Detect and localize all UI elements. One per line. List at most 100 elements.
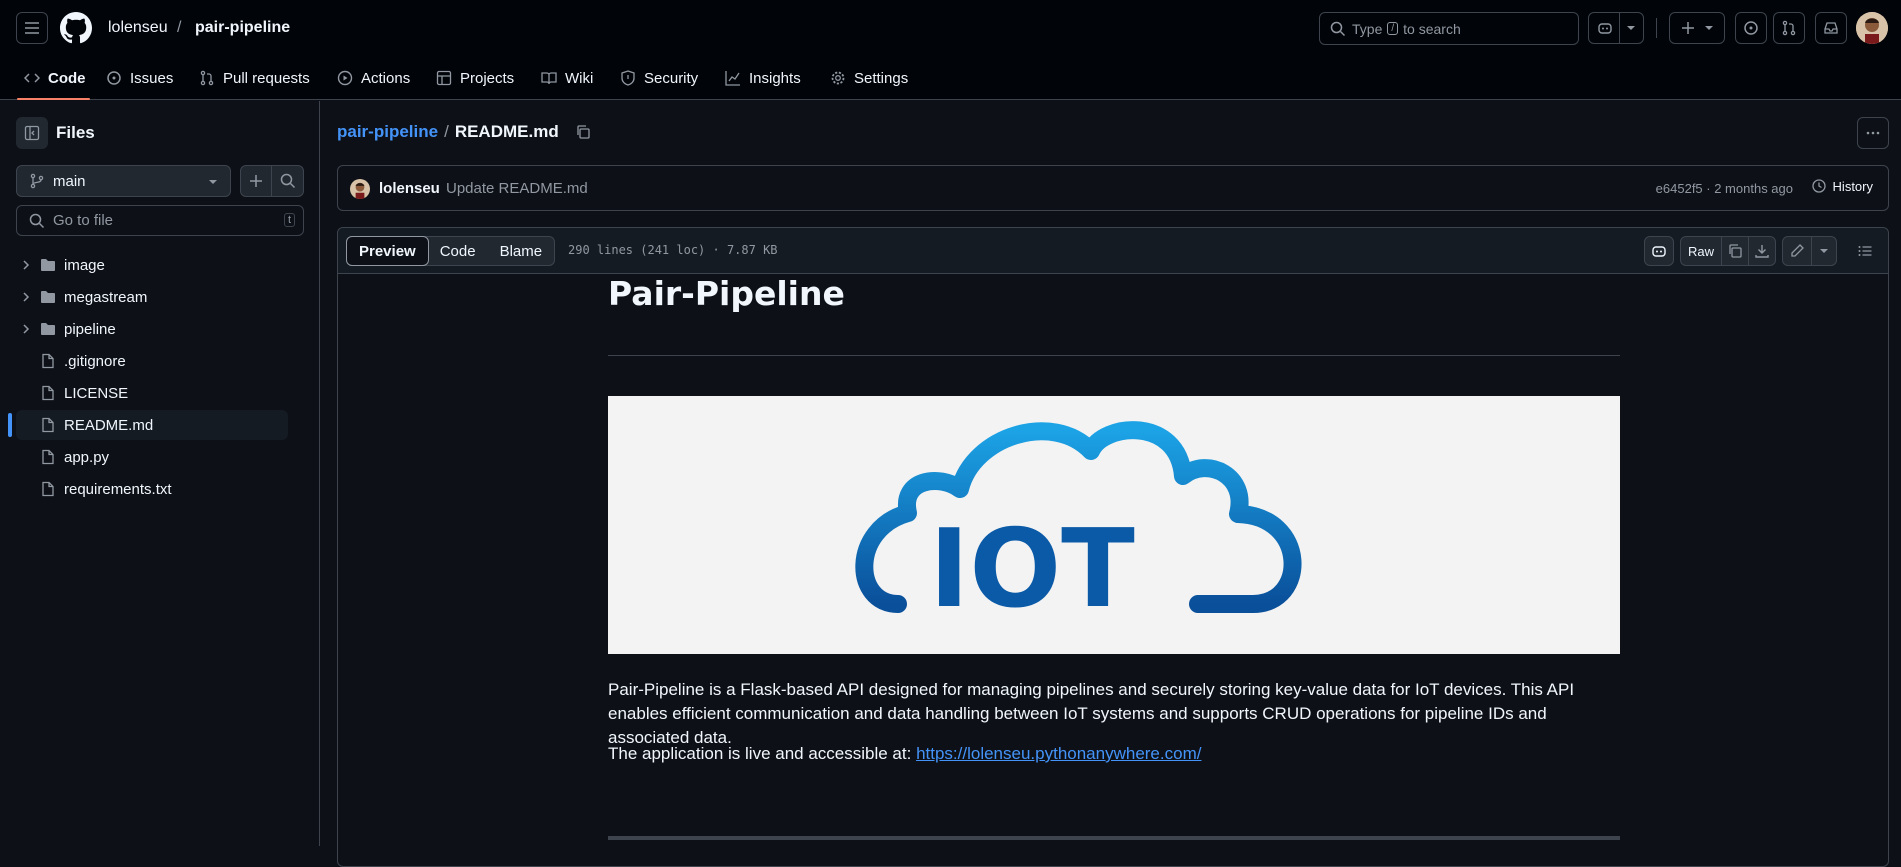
commit-message[interactable]: Update README.md	[446, 180, 588, 197]
user-avatar-image	[1856, 12, 1888, 44]
download-button[interactable]	[1748, 236, 1776, 266]
tab-label: Code	[48, 69, 86, 87]
history-icon	[1811, 179, 1826, 193]
chevron-down-icon	[1820, 249, 1828, 253]
tab-security[interactable]: Security	[620, 64, 698, 92]
pull-requests-button[interactable]	[1773, 12, 1805, 44]
user-avatar[interactable]	[1856, 12, 1888, 44]
tab-projects[interactable]: Projects	[436, 64, 514, 92]
table-icon	[436, 70, 452, 86]
tree-item-label: megastream	[64, 288, 148, 306]
file-path-breadcrumb: pair-pipeline / README.md	[337, 122, 591, 142]
more-options-button[interactable]	[1857, 117, 1889, 149]
copy-icon	[1729, 244, 1742, 258]
iot-banner-image: IOT	[608, 396, 1620, 654]
pull-request-icon	[1782, 20, 1796, 36]
history-button[interactable]: History	[1811, 178, 1873, 194]
raw-button[interactable]: Raw	[1680, 236, 1722, 266]
copilot-ask-button[interactable]	[1644, 236, 1674, 266]
folder-icon	[41, 323, 55, 335]
shield-icon	[621, 70, 635, 86]
tab-label: Security	[644, 69, 699, 87]
active-tab-indicator	[17, 98, 90, 100]
file-icon	[42, 417, 54, 433]
tree-item-label: pipeline	[64, 320, 116, 338]
book-icon	[541, 72, 557, 85]
copy-raw-button[interactable]	[1721, 236, 1749, 266]
tree-item-label: LICENSE	[64, 384, 129, 402]
tree-folder-image[interactable]: image	[16, 250, 288, 280]
folder-icon	[41, 259, 55, 271]
live-prefix: The application is live and accessible a…	[608, 744, 917, 763]
owner-link[interactable]: lolenseu	[108, 19, 168, 37]
breadcrumb-file-name: README.md	[454, 122, 559, 141]
chevron-right-icon	[23, 324, 30, 334]
edit-button[interactable]	[1782, 236, 1812, 266]
tab-insights[interactable]: Insights	[725, 64, 801, 92]
go-to-file-placeholder: Go to file	[53, 212, 114, 229]
search-suffix: to search	[1403, 20, 1461, 37]
tab-blame[interactable]: Blame	[488, 237, 555, 265]
edit-options-button[interactable]	[1811, 236, 1837, 266]
repo-link[interactable]: pair-pipeline	[195, 19, 290, 37]
create-new-button[interactable]	[1669, 12, 1725, 44]
file-icon	[42, 385, 54, 401]
repo-nav: Code Issues Pull requests Actions Projec…	[0, 56, 1901, 100]
file-viewer-header: Preview Code Blame 290 lines (241 loc) ·…	[338, 228, 1888, 274]
commit-author[interactable]: lolenseu	[379, 180, 440, 197]
breadcrumb-repo-link[interactable]: pair-pipeline	[337, 122, 438, 142]
go-to-file-input[interactable]: Go to file t	[16, 205, 304, 236]
issue-icon	[107, 71, 121, 85]
chevron-down-icon	[1626, 26, 1635, 30]
commit-meta[interactable]: e6452f5 · 2 months ago	[1656, 181, 1793, 196]
tree-item-label: image	[64, 256, 105, 274]
plus-icon	[1682, 22, 1694, 34]
copy-icon[interactable]	[575, 124, 591, 140]
search-input[interactable]: Type / to search	[1319, 12, 1579, 45]
tree-file-requirements[interactable]: requirements.txt	[16, 474, 288, 504]
tab-issues[interactable]: Issues	[106, 64, 173, 92]
tree-file-gitignore[interactable]: .gitignore	[16, 346, 288, 376]
tree-file-app-py[interactable]: app.py	[16, 442, 288, 472]
tab-code-view[interactable]: Code	[428, 237, 488, 265]
branch-selector[interactable]: main	[16, 165, 231, 197]
search-files-button[interactable]	[271, 165, 304, 197]
file-icon	[42, 353, 54, 369]
menu-button[interactable]	[16, 12, 48, 44]
tree-file-license[interactable]: LICENSE	[16, 378, 288, 408]
github-logo[interactable]	[60, 12, 92, 44]
go-to-file-shortcut: t	[283, 213, 295, 227]
add-file-button[interactable]	[240, 165, 272, 197]
graph-icon	[725, 71, 740, 86]
issue-icon	[1744, 21, 1758, 35]
search-icon	[29, 213, 45, 229]
search-prefix: Type	[1352, 20, 1383, 37]
plus-icon	[250, 175, 262, 187]
tab-code[interactable]: Code	[24, 64, 86, 92]
breadcrumb-separator: /	[444, 122, 449, 141]
pull-request-icon	[200, 70, 214, 86]
outline-button[interactable]	[1850, 236, 1880, 266]
chevron-right-icon	[23, 260, 30, 270]
tab-actions[interactable]: Actions	[337, 64, 410, 92]
search-icon	[1330, 21, 1346, 37]
live-app-link[interactable]: https://lolenseu.pythonanywhere.com/	[916, 744, 1201, 763]
search-icon	[280, 173, 295, 189]
tab-wiki[interactable]: Wiki	[541, 64, 593, 92]
latest-commit-box: lolenseu Update README.md e6452f5 · 2 mo…	[337, 165, 1889, 211]
tree-folder-megastream[interactable]: megastream	[16, 282, 288, 312]
commit-author-avatar[interactable]	[350, 179, 370, 199]
tab-pull-requests[interactable]: Pull requests	[199, 64, 310, 92]
tree-folder-pipeline[interactable]: pipeline	[16, 314, 288, 344]
list-unordered-icon	[1858, 246, 1872, 256]
tab-preview[interactable]: Preview	[346, 236, 429, 266]
inbox-button[interactable]	[1815, 12, 1847, 44]
issues-button[interactable]	[1735, 12, 1767, 44]
collapse-sidebar-button[interactable]	[16, 117, 48, 149]
copilot-icon	[1597, 23, 1612, 34]
copilot-button[interactable]	[1588, 12, 1644, 44]
tab-settings[interactable]: Settings	[830, 64, 908, 92]
tab-label: Wiki	[565, 69, 594, 87]
code-icon	[24, 73, 40, 83]
tree-file-readme[interactable]: README.md	[16, 410, 288, 440]
